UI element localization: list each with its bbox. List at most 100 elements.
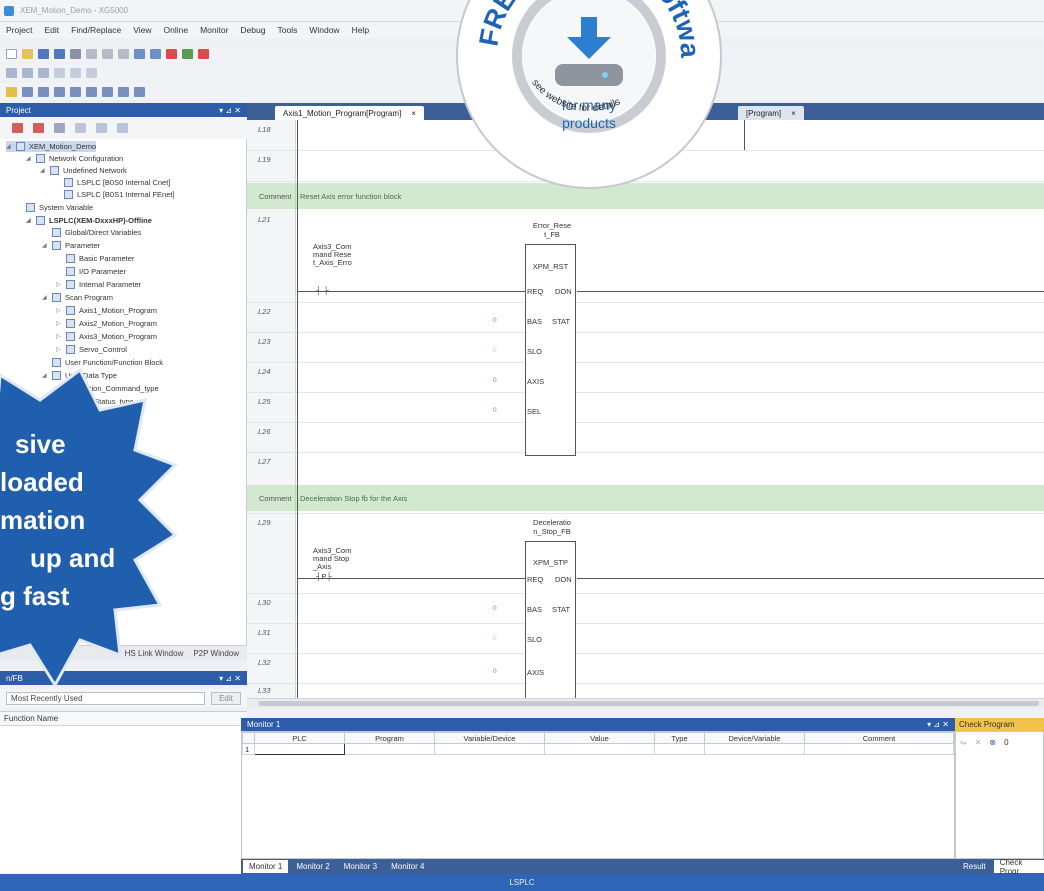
tab-monitor-4[interactable]: Monitor 4 [385,860,430,873]
pause-icon[interactable] [38,67,49,78]
column-header[interactable]: Value [544,732,655,744]
tree-item-axis3[interactable]: ▷ Axis3_Motion_Program [56,331,157,342]
column-header[interactable]: PLC [254,732,345,744]
table-cell[interactable] [344,743,435,755]
tree-item-scan-program[interactable]: ◢ Scan Program [42,292,113,303]
horizontal-line-icon[interactable] [86,86,97,97]
tree-item-cnet[interactable]: LSPLC [B0S0 Internal Cnet] [64,177,170,188]
zoom-icon[interactable] [86,67,97,78]
watch-icon[interactable] [70,67,81,78]
clear-icon[interactable]: ✕ [975,738,982,747]
new-file-icon[interactable] [6,48,17,59]
add-item-icon[interactable] [12,123,23,133]
coil-icon[interactable] [54,86,65,97]
error-count-icon[interactable]: ⊗ [989,738,996,747]
remove-item-icon[interactable] [33,123,44,133]
menu-edit[interactable]: Edit [44,25,59,35]
tree-item-system-variable[interactable]: System Variable [26,202,93,213]
table-cell[interactable] [804,743,954,755]
tree-item-internal-parameter[interactable]: ▷ Internal Parameter [56,279,141,290]
tree-item-servo-control[interactable]: ▷ Servo_Control [56,344,127,355]
check-icon[interactable] [75,123,86,133]
run-icon[interactable] [22,67,33,78]
print-icon[interactable] [70,48,81,59]
tree-item-io-parameter[interactable]: I/O Parameter [66,266,126,277]
tab-other-program[interactable]: [Program] × [737,106,804,120]
step-icon[interactable] [6,67,17,78]
tree-item-project[interactable]: ◢ XEM_Motion_Demo [6,141,97,152]
column-header[interactable]: Comment [804,732,954,744]
contact-nc-icon[interactable] [38,86,49,97]
parameter-icon [66,280,75,289]
paste-icon[interactable] [118,48,129,59]
breakpoint-icon[interactable] [54,67,65,78]
compile-icon[interactable] [96,123,107,133]
falling-edge-icon[interactable] [134,86,145,97]
close-icon[interactable]: × [411,109,416,118]
tab-check-program[interactable]: Check Progr [993,858,1044,876]
menu-find-replace[interactable]: Find/Replace [71,25,121,35]
tree-item-axis2[interactable]: ▷ Axis2_Motion_Program [56,318,157,329]
tab-monitor-1[interactable]: Monitor 1 [243,860,289,873]
variable-icon [52,228,61,237]
redo-icon[interactable] [150,48,161,59]
stop-icon[interactable] [198,48,209,59]
tab-p2p[interactable]: P2P Window [193,649,239,658]
table-cell[interactable] [654,743,705,755]
table-cell[interactable] [254,743,345,755]
tab-monitor-3[interactable]: Monitor 3 [338,860,383,873]
open-folder-icon[interactable] [22,48,33,59]
column-header[interactable]: Program [344,732,435,744]
menu-online[interactable]: Online [164,25,189,35]
copy-icon[interactable] [102,48,113,59]
tree-item-global-variables[interactable]: Global/Direct Variables [52,227,141,238]
save-icon[interactable] [38,48,49,59]
close-icon[interactable]: × [791,109,796,118]
tree-item-undefined-network[interactable]: ◢ Undefined Network [40,165,127,176]
column-header[interactable]: Type [654,732,705,744]
fb-edit-button[interactable]: Edit [211,691,241,705]
function-block-icon[interactable] [70,86,81,97]
connect-icon[interactable] [182,48,193,59]
editor-horizontal-scrollbar[interactable] [247,698,1044,708]
scrollbar-thumb[interactable] [259,701,1039,706]
tree-item-plc[interactable]: ◢ LSPLC(XEM-DxxxHP)-Offline [26,215,152,226]
tree-item-parameter[interactable]: ◢ Parameter [42,240,100,251]
rising-edge-icon[interactable] [118,86,129,97]
tree-item-basic-parameter[interactable]: Basic Parameter [66,253,134,264]
esc-icon[interactable] [6,86,17,97]
column-header[interactable]: Device/Variable [704,732,805,744]
contact-symbol[interactable]: ┤P├ [316,573,332,581]
row-divider [247,422,1044,423]
comment-row[interactable]: Comment Deceleration Stop fb for the Axis [247,485,1044,511]
cut-icon[interactable] [86,48,97,59]
panel-pin-icon[interactable]: ▾ ⊿ ✕ [219,106,241,115]
menu-project[interactable]: Project [6,25,32,35]
column-header[interactable]: Variable/Device [434,732,545,744]
table-cell[interactable] [704,743,805,755]
tree-item-axis1[interactable]: ▷ Axis1_Motion_Program [56,305,157,316]
undo-icon[interactable] [134,48,145,59]
menu-window[interactable]: Window [309,25,339,35]
properties-icon[interactable] [54,123,65,133]
filter-icon[interactable]: ⇋ [960,738,967,747]
menu-tools[interactable]: Tools [277,25,297,35]
table-cell[interactable] [434,743,545,755]
vertical-line-icon[interactable] [102,86,113,97]
tab-result[interactable]: Result [957,860,992,873]
tab-axis1-program[interactable]: Axis1_Motion_Program[Program] × [275,106,424,120]
table-cell[interactable] [544,743,655,755]
delete-icon[interactable] [166,48,177,59]
contact-no-icon[interactable] [22,86,33,97]
tab-monitor-2[interactable]: Monitor 2 [290,860,335,873]
refresh-icon[interactable] [117,123,128,133]
save-all-icon[interactable] [54,48,65,59]
panel-pin-icon[interactable]: ▾ ⊿ ✕ [927,720,949,729]
menu-monitor[interactable]: Monitor [200,25,228,35]
menu-help[interactable]: Help [352,25,369,35]
tree-item-fenet[interactable]: LSPLC [B0S1 Internal FEnet] [64,189,175,200]
tree-item-network-config[interactable]: ◢ Network Configuration [26,153,123,164]
panel-pin-icon[interactable]: ▾ ⊿ ✕ [219,674,241,683]
menu-view[interactable]: View [133,25,151,35]
menu-debug[interactable]: Debug [240,25,265,35]
